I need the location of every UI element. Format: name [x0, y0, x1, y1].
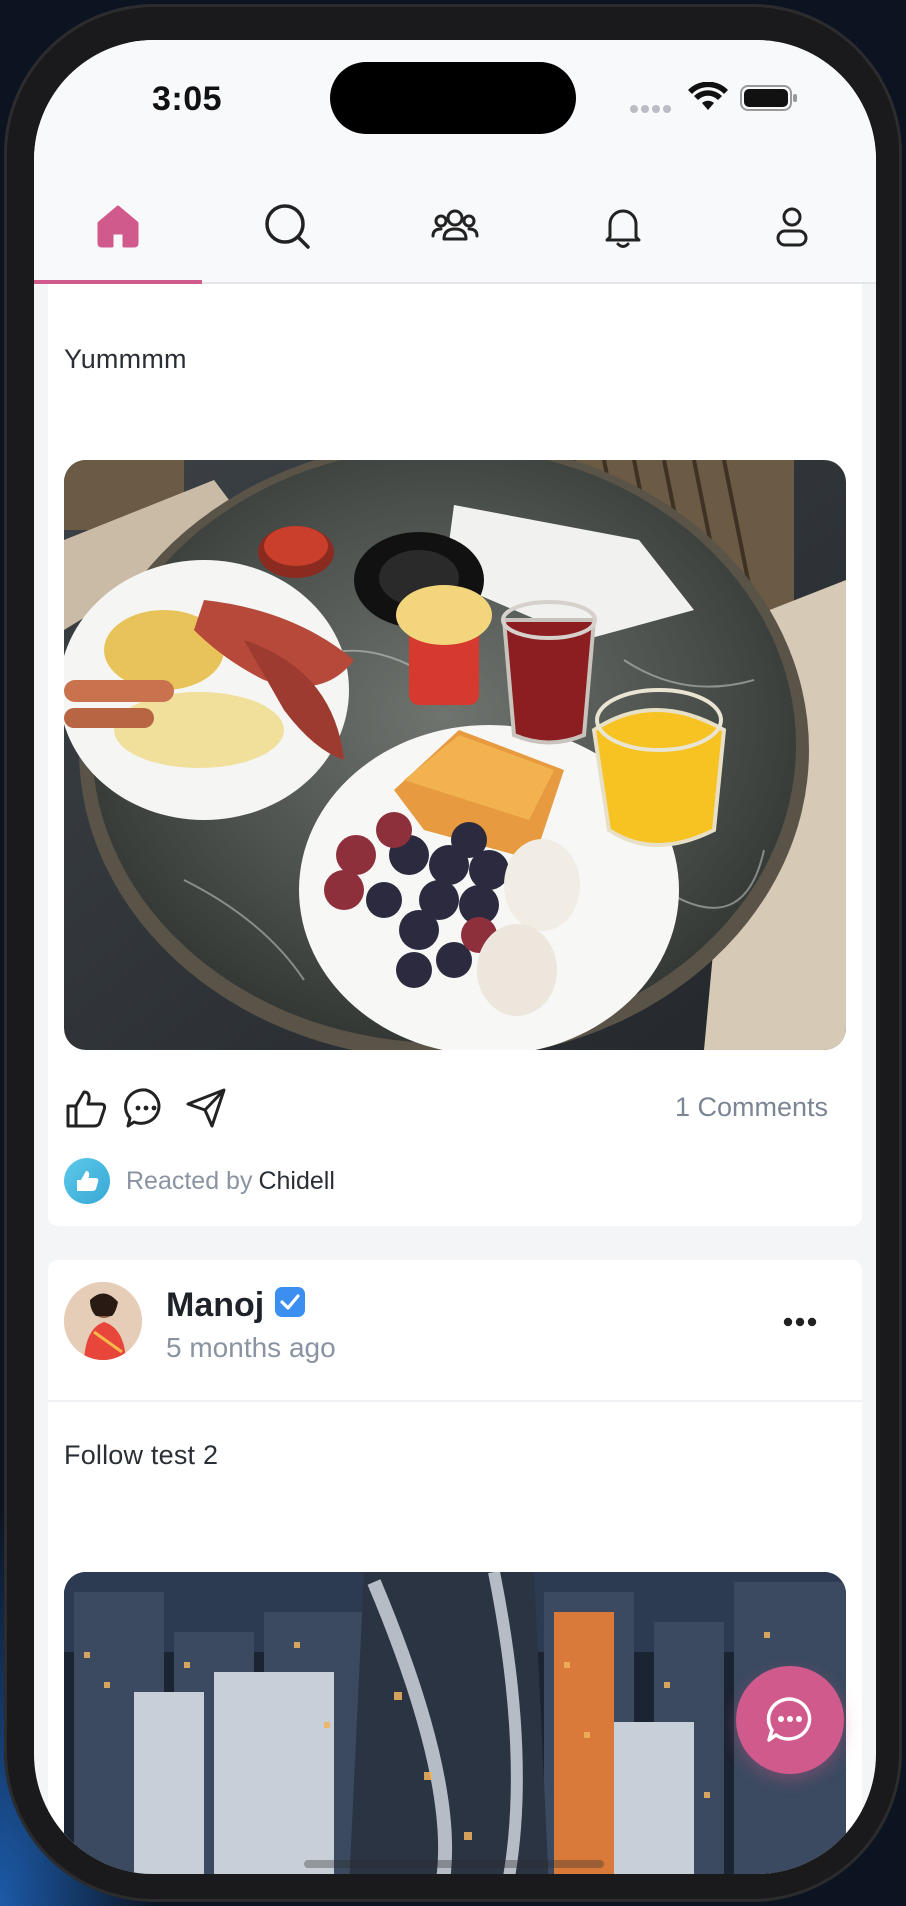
comment-icon[interactable]: [124, 1086, 168, 1130]
post-header: Manoj 5 months ago: [48, 1260, 862, 1402]
breakfast-photo[interactable]: [64, 460, 846, 1050]
verified-badge-icon: [275, 1287, 305, 1317]
reacted-by-label: Reacted by: [126, 1166, 253, 1195]
more-options-icon[interactable]: [782, 1316, 818, 1328]
cellular-signal-icon: [630, 100, 676, 113]
comments-count-link[interactable]: 1 Comments: [675, 1092, 828, 1123]
battery-icon: [740, 85, 797, 111]
status-time: 3:05: [152, 80, 223, 118]
city-image: [64, 1572, 846, 1874]
post-feed[interactable]: Yummmm 1 Comments Reacted by Chidell Man…: [34, 284, 876, 1874]
bell-icon: [605, 209, 641, 248]
home-icon: [97, 205, 139, 248]
tab-groups[interactable]: [371, 170, 539, 282]
top-navigation: [34, 170, 876, 284]
user-icon: [776, 207, 808, 247]
share-icon[interactable]: [184, 1086, 228, 1130]
tab-notifications[interactable]: [539, 170, 707, 282]
home-indicator: [304, 1860, 604, 1868]
post-text: Follow test 2: [64, 1440, 219, 1470]
search-icon: [264, 204, 310, 249]
city-night-photo[interactable]: [64, 1572, 846, 1874]
phone-frame: 3:05 Yummmm 1 Comments Reacted by Chidel…: [4, 4, 902, 1902]
post-card: Yummmm 1 Comments Reacted by Chidell: [48, 284, 862, 1226]
wifi-icon: [688, 82, 728, 110]
breakfast-image: [64, 460, 846, 1050]
like-reaction-icon: [64, 1158, 110, 1204]
chat-fab-button[interactable]: [736, 1666, 844, 1774]
post-timestamp: 5 months ago: [166, 1332, 336, 1363]
app-screen: 3:05 Yummmm 1 Comments Reacted by Chidel…: [34, 40, 876, 1874]
tab-profile[interactable]: [708, 170, 876, 282]
post-actions: 1 Comments: [64, 1082, 846, 1132]
chat-bubble-icon: [766, 1697, 812, 1742]
avatar[interactable]: [64, 1282, 142, 1360]
like-icon[interactable]: [64, 1086, 108, 1130]
author-name[interactable]: Manoj: [166, 1286, 264, 1325]
status-bar: 3:05: [34, 40, 876, 170]
reacted-by-name[interactable]: Chidell: [258, 1167, 334, 1196]
dynamic-island: [330, 62, 576, 134]
tab-home[interactable]: [34, 170, 203, 284]
post-card: Manoj 5 months ago Follow test 2: [48, 1260, 862, 1874]
post-text: Yummmm: [64, 344, 187, 374]
reaction-summary[interactable]: Reacted by Chidell: [64, 1156, 335, 1206]
users-icon: [431, 209, 479, 241]
tab-search[interactable]: [202, 170, 370, 282]
